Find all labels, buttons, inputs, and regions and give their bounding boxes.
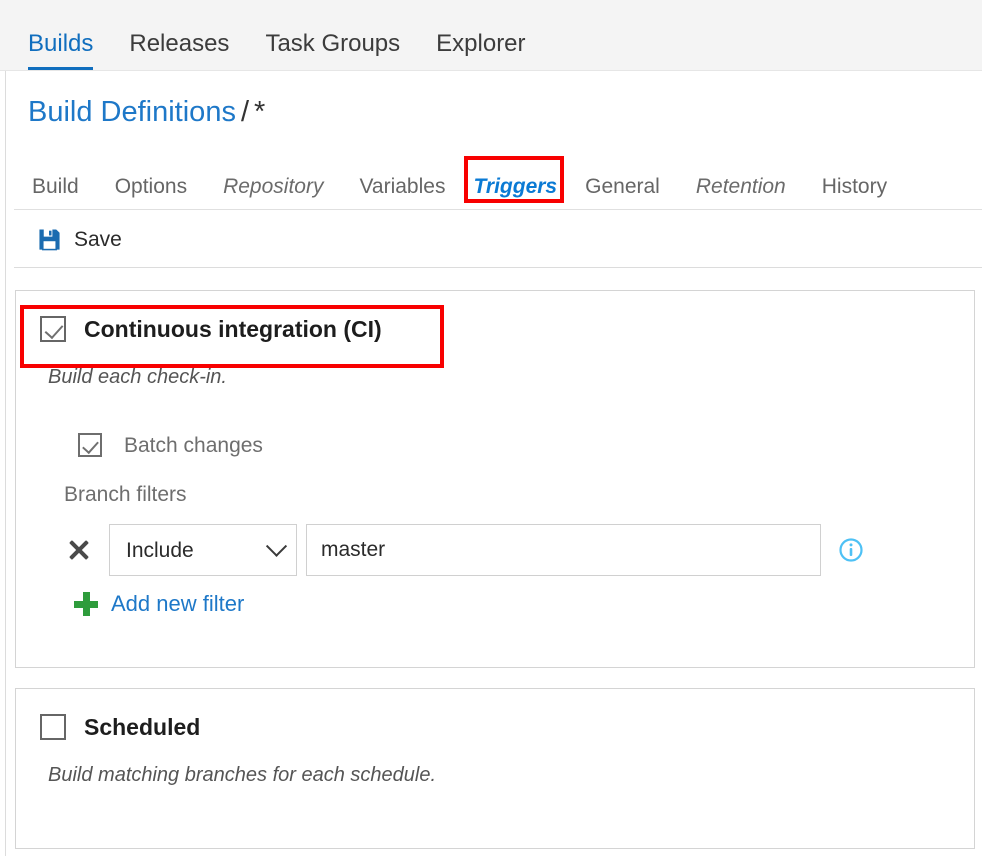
save-button[interactable]: Save [32, 224, 128, 255]
info-circle-icon[interactable] [839, 538, 863, 562]
branch-filter-row: Include [16, 505, 974, 576]
continuous-integration-card: Continuous integration (CI) Build each c… [15, 290, 975, 668]
chevron-down-icon [266, 535, 287, 556]
scheduled-enable-checkbox[interactable] [40, 714, 66, 740]
hub-tab-task-groups[interactable]: Task Groups [247, 32, 418, 70]
scheduled-card: Scheduled Build matching branches for ea… [15, 688, 975, 849]
scheduled-title: Scheduled [84, 716, 200, 739]
batch-changes-checkbox[interactable] [78, 433, 102, 457]
add-new-filter-label: Add new filter [111, 593, 244, 615]
tab-retention[interactable]: Retention [678, 176, 804, 197]
tab-variables[interactable]: Variables [341, 176, 463, 197]
scheduled-header-row: Scheduled [16, 689, 974, 740]
ci-description: Build each check-in. [16, 342, 974, 387]
tab-options-label: Options [115, 175, 187, 198]
tab-triggers[interactable]: Triggers [463, 176, 567, 197]
hub-navigation-bar: Builds Releases Task Groups Explorer [0, 0, 982, 71]
tab-general[interactable]: General [567, 176, 678, 197]
filter-type-value: Include [126, 540, 269, 561]
hub-tab-releases[interactable]: Releases [111, 32, 247, 70]
tab-repository-label: Repository [223, 175, 323, 198]
ci-enable-checkbox[interactable] [40, 316, 66, 342]
breadcrumb: Build Definitions/* [28, 98, 265, 127]
hub-tab-explorer-label: Explorer [436, 30, 525, 57]
breadcrumb-root-link[interactable]: Build Definitions [28, 96, 236, 128]
ci-header-row: Continuous integration (CI) [16, 291, 974, 342]
tab-variables-label: Variables [359, 175, 445, 198]
tab-history[interactable]: History [804, 176, 905, 197]
hub-tab-builds-label: Builds [28, 30, 93, 57]
filter-branch-input[interactable] [306, 524, 821, 576]
breadcrumb-separator: / [241, 96, 249, 128]
add-new-filter-button[interactable]: Add new filter [16, 576, 244, 616]
floppy-disk-icon [38, 228, 61, 251]
page-body: Build Definitions/* Build Options Reposi… [5, 71, 982, 856]
build-definition-triggers-page: Builds Releases Task Groups Explorer Bui… [0, 0, 982, 856]
tab-build-label: Build [32, 175, 79, 198]
batch-changes-label: Batch changes [124, 435, 263, 456]
close-x-icon[interactable] [64, 535, 94, 565]
tab-repository[interactable]: Repository [205, 176, 341, 197]
filter-type-dropdown[interactable]: Include [109, 524, 297, 576]
hub-tab-releases-label: Releases [129, 30, 229, 57]
tab-options[interactable]: Options [97, 176, 205, 197]
definition-pivot-tabs: Build Options Repository Variables Trigg… [14, 163, 982, 210]
command-toolbar: Save [14, 211, 982, 268]
breadcrumb-current: * [254, 96, 265, 128]
hub-tab-list: Builds Releases Task Groups Explorer [0, 0, 982, 70]
batch-changes-row: Batch changes [16, 387, 974, 457]
tab-build[interactable]: Build [14, 176, 97, 197]
hub-tab-explorer[interactable]: Explorer [418, 32, 543, 70]
tab-triggers-label: Triggers [473, 175, 557, 198]
plus-icon [74, 592, 98, 616]
ci-title: Continuous integration (CI) [84, 318, 382, 341]
scheduled-description: Build matching branches for each schedul… [16, 740, 974, 785]
tab-general-label: General [585, 175, 660, 198]
hub-tab-task-groups-label: Task Groups [265, 30, 400, 57]
hub-tab-builds[interactable]: Builds [14, 32, 111, 70]
tab-retention-label: Retention [696, 175, 786, 198]
save-button-label: Save [74, 229, 122, 250]
branch-filters-label: Branch filters [16, 457, 974, 505]
tab-history-label: History [822, 175, 887, 198]
